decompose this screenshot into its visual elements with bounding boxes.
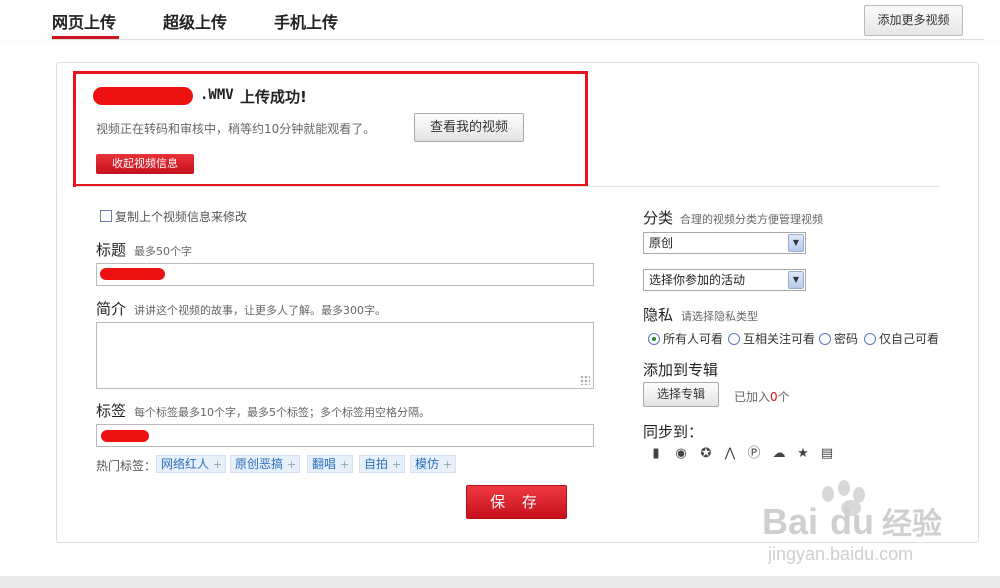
hot-tag[interactable]: 自拍 +: [359, 455, 406, 473]
title-hint: 最多50个字: [134, 245, 192, 258]
resize-handle-icon[interactable]: [580, 375, 590, 385]
album-added-count: 已加入0个: [734, 390, 790, 404]
svg-text:du: du: [830, 501, 874, 542]
bottom-bar: [0, 576, 1000, 588]
tab-mobile-upload[interactable]: 手机上传: [274, 9, 338, 33]
upload-success-title: 上传成功!: [240, 88, 307, 106]
svg-text:Bai: Bai: [762, 501, 818, 542]
hot-tag[interactable]: 原创恶搞 +: [230, 455, 301, 473]
tags-label: 标签: [96, 402, 127, 420]
redacted-filename: [93, 87, 193, 105]
privacy-option-label: 密码: [834, 332, 859, 346]
tab-super-upload[interactable]: 超级上传: [163, 9, 227, 33]
chevron-down-icon[interactable]: ▼: [788, 271, 804, 289]
chevron-down-icon[interactable]: ▼: [788, 234, 804, 252]
save-button[interactable]: 保 存: [466, 485, 567, 519]
privacy-option-label: 所有人可看: [663, 332, 724, 346]
privacy-radio-mutual[interactable]: [728, 333, 740, 345]
activity-select[interactable]: 选择你参加的活动 ▼: [643, 269, 806, 291]
view-my-video-button[interactable]: 查看我的视频: [414, 113, 524, 142]
top-tab-bar: 网页上传 超级上传 手机上传 添加更多视频: [0, 0, 1000, 44]
select-album-button[interactable]: 选择专辑: [643, 382, 719, 407]
transcode-message: 视频正在转码和审核中，稍等约10分钟就能观看了。: [96, 122, 376, 136]
add-more-videos-button[interactable]: 添加更多视频: [864, 5, 963, 36]
tab-web-upload[interactable]: 网页上传: [52, 9, 116, 33]
redacted-tags: [101, 430, 149, 442]
hot-tag[interactable]: 网络红人 +: [156, 455, 227, 473]
hot-tag[interactable]: 翻唱 +: [307, 455, 354, 473]
privacy-label: 隐私: [643, 306, 674, 324]
copy-prev-checkbox[interactable]: [100, 210, 112, 222]
weibo-icon[interactable]: ◉: [673, 446, 689, 462]
netease-icon[interactable]: ▤: [819, 446, 835, 462]
sohu-icon[interactable]: ★: [795, 446, 811, 462]
file-extension: .WMV: [200, 87, 234, 103]
tab-divider: [52, 39, 984, 40]
desc-hint: 讲讲这个视频的故事，让更多人了解。最多300字。: [134, 304, 386, 317]
svg-text:jingyan.baidu.com: jingyan.baidu.com: [767, 544, 913, 564]
privacy-option-label: 互相关注可看: [743, 332, 816, 346]
privacy-radio-private[interactable]: [864, 333, 876, 345]
privacy-hint: 请选择隐私类型: [681, 310, 758, 323]
section-divider: [76, 186, 940, 187]
baidu-jingyan-watermark: Bai du 经验 jingyan.baidu.com: [760, 478, 1000, 588]
tags-input[interactable]: [96, 424, 594, 447]
title-label: 标题: [96, 241, 127, 259]
privacy-radio-password[interactable]: [819, 333, 831, 345]
kaixin-icon[interactable]: ☁: [771, 446, 787, 462]
category-label: 分类: [643, 209, 674, 227]
renren-icon[interactable]: ⋀: [722, 446, 738, 462]
blog-icon[interactable]: ▮: [648, 446, 664, 462]
privacy-option-label: 仅自己可看: [879, 332, 940, 346]
collapse-info-button[interactable]: 收起视频信息: [96, 154, 194, 174]
desc-label: 简介: [96, 300, 127, 318]
title-input[interactable]: [96, 263, 594, 286]
hot-tag[interactable]: 模仿 +: [410, 455, 457, 473]
category-hint: 合理的视频分类方便管理视频: [680, 213, 823, 226]
album-label: 添加到专辑: [643, 361, 719, 379]
hot-tags-label: 热门标签：: [96, 459, 157, 473]
privacy-radio-public[interactable]: [648, 333, 660, 345]
copy-prev-label: 复制上个视频信息来修改: [115, 210, 248, 224]
category-select[interactable]: 原创 ▼: [643, 232, 806, 254]
qzone-icon[interactable]: ✪: [698, 446, 714, 462]
description-textarea[interactable]: [96, 322, 594, 389]
redacted-title: [100, 268, 165, 280]
douban-icon[interactable]: Ⓟ: [746, 446, 762, 462]
sync-label: 同步到：: [643, 423, 704, 441]
tags-hint: 每个标签最多10个字，最多5个标签；多个标签用空格分隔。: [134, 406, 430, 419]
svg-text:经验: 经验: [882, 507, 942, 542]
